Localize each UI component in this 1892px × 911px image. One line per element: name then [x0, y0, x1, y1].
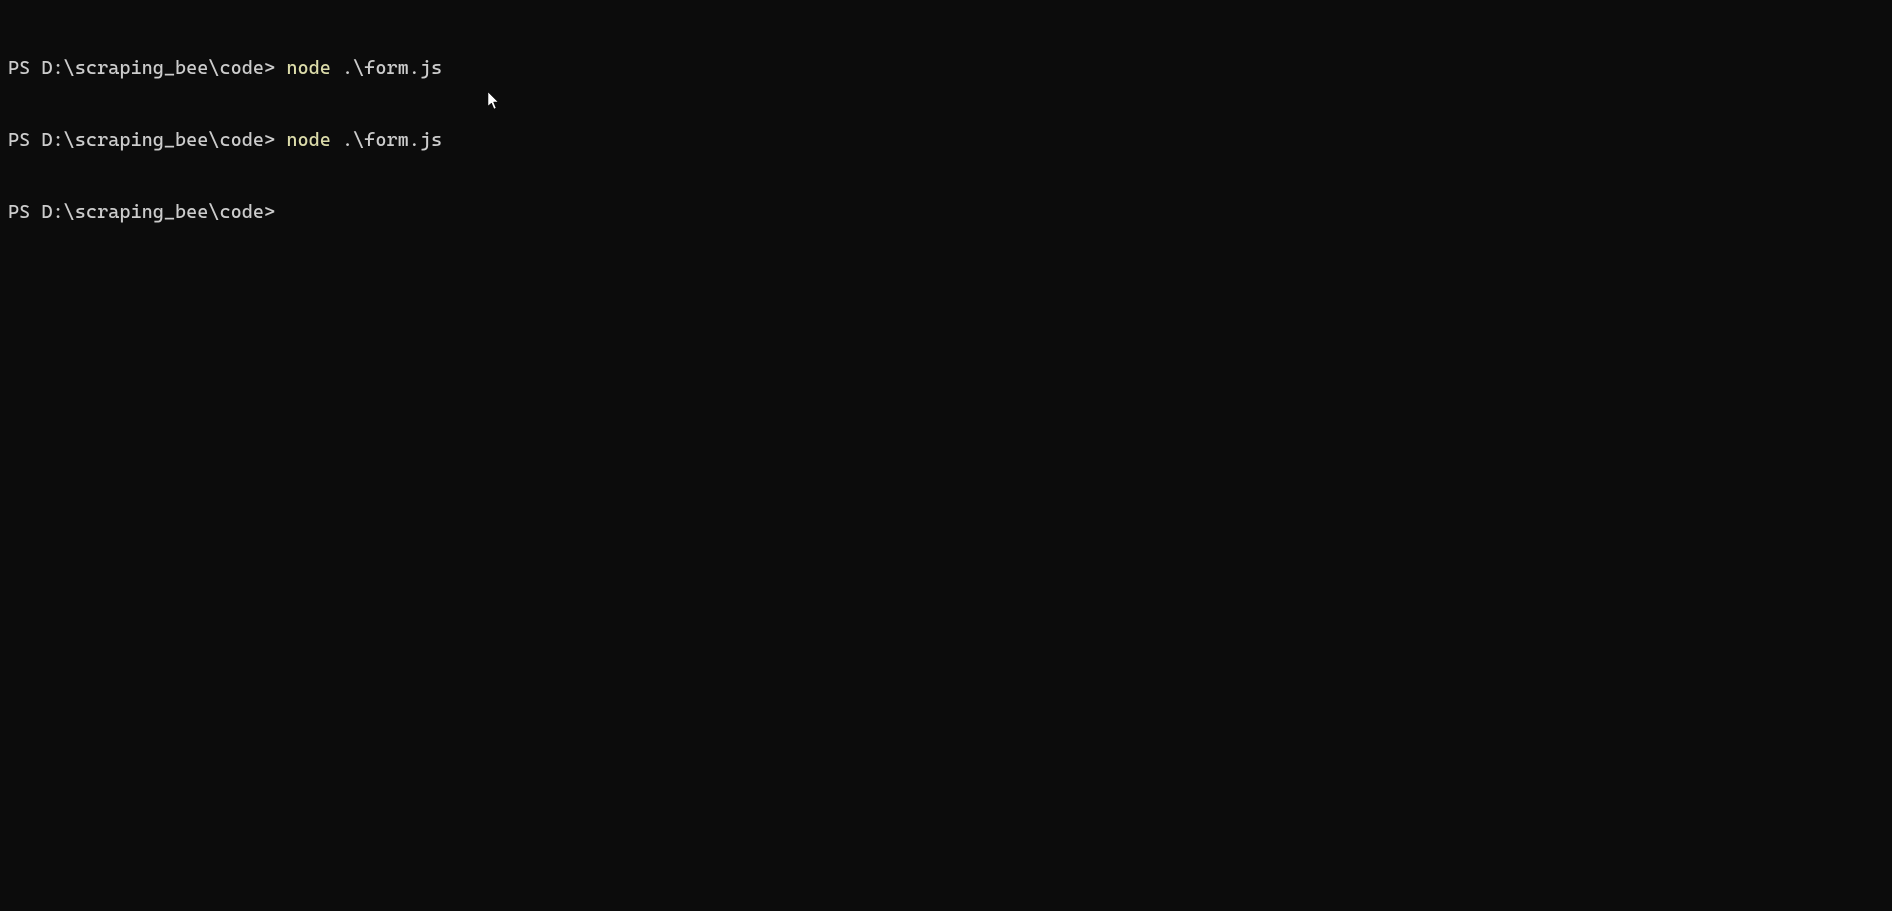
command-executable: node [286, 129, 331, 151]
terminal-output[interactable]: PS D:\scraping_bee\code> node .\form.js … [0, 0, 1892, 256]
command-argument: .\form.js [331, 129, 442, 151]
terminal-line: PS D:\scraping_bee\code> node .\form.js [8, 128, 1884, 152]
prompt-text: PS D:\scraping_bee\code> [8, 57, 286, 79]
prompt-text: PS D:\scraping_bee\code> [8, 129, 286, 151]
command-executable: node [286, 57, 331, 79]
terminal-line: PS D:\scraping_bee\code> [8, 200, 1884, 224]
terminal-line: PS D:\scraping_bee\code> node .\form.js [8, 56, 1884, 80]
prompt-text: PS D:\scraping_bee\code> [8, 201, 286, 223]
command-argument: .\form.js [331, 57, 442, 79]
